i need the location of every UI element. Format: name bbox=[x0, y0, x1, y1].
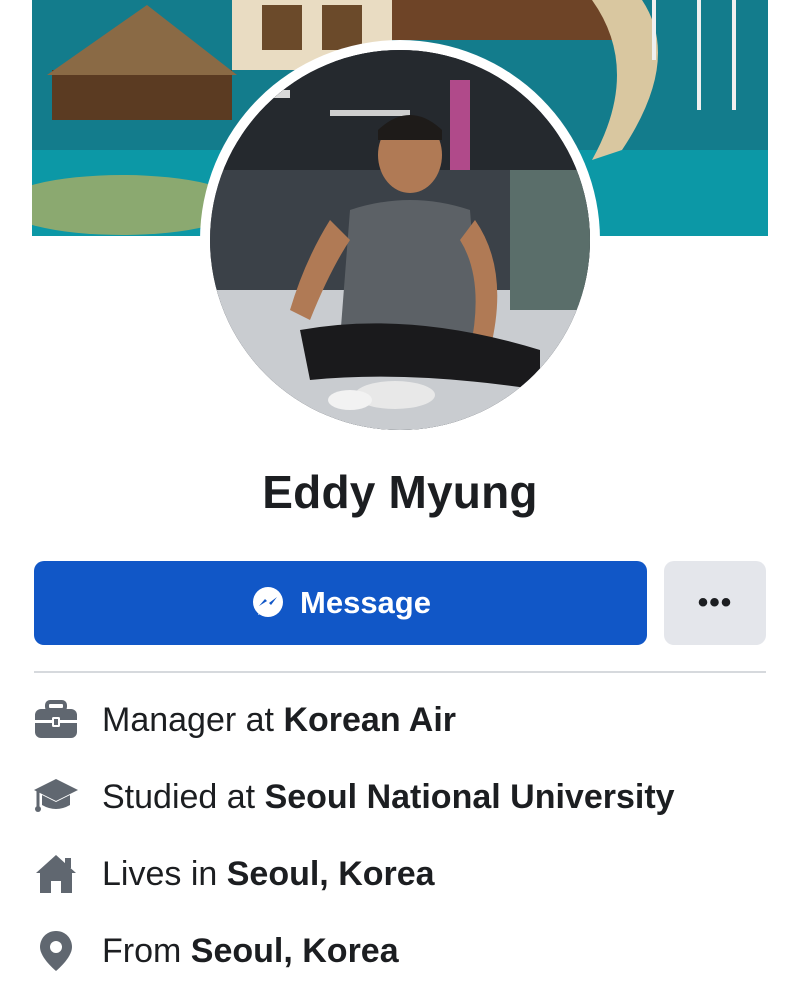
detail-education-prefix: Studied at bbox=[102, 777, 265, 816]
detail-education-value[interactable]: Seoul National University bbox=[265, 778, 675, 816]
location-pin-icon bbox=[30, 926, 82, 976]
detail-work-value[interactable]: Korean Air bbox=[283, 701, 456, 739]
detail-work-text: Manager at Korean Air bbox=[102, 701, 456, 740]
detail-education: Studied at Seoul National University bbox=[30, 772, 675, 822]
detail-hometown-text: From Seoul, Korea bbox=[102, 932, 399, 971]
detail-work-prefix: Manager at bbox=[102, 700, 284, 739]
detail-hometown: From Seoul, Korea bbox=[30, 926, 399, 976]
detail-work: Manager at Korean Air bbox=[30, 695, 456, 745]
divider bbox=[34, 671, 766, 673]
briefcase-icon bbox=[30, 695, 82, 745]
message-button[interactable]: Message bbox=[34, 561, 647, 645]
detail-hometown-value[interactable]: Seoul, Korea bbox=[191, 932, 399, 970]
detail-current-city-value[interactable]: Seoul, Korea bbox=[227, 855, 435, 893]
detail-current-city-prefix: Lives in bbox=[102, 854, 227, 893]
profile-name: Eddy Myung bbox=[262, 466, 538, 518]
messenger-icon bbox=[250, 585, 286, 621]
profile-avatar[interactable] bbox=[210, 50, 590, 430]
detail-education-text: Studied at Seoul National University bbox=[102, 778, 675, 817]
detail-hometown-prefix: From bbox=[102, 931, 191, 970]
message-button-label: Message bbox=[300, 585, 431, 620]
detail-current-city: Lives in Seoul, Korea bbox=[30, 849, 435, 899]
home-icon bbox=[30, 849, 82, 899]
more-options-button[interactable]: ••• bbox=[664, 561, 766, 645]
graduation-cap-icon bbox=[30, 772, 82, 822]
detail-current-city-text: Lives in Seoul, Korea bbox=[102, 855, 435, 894]
